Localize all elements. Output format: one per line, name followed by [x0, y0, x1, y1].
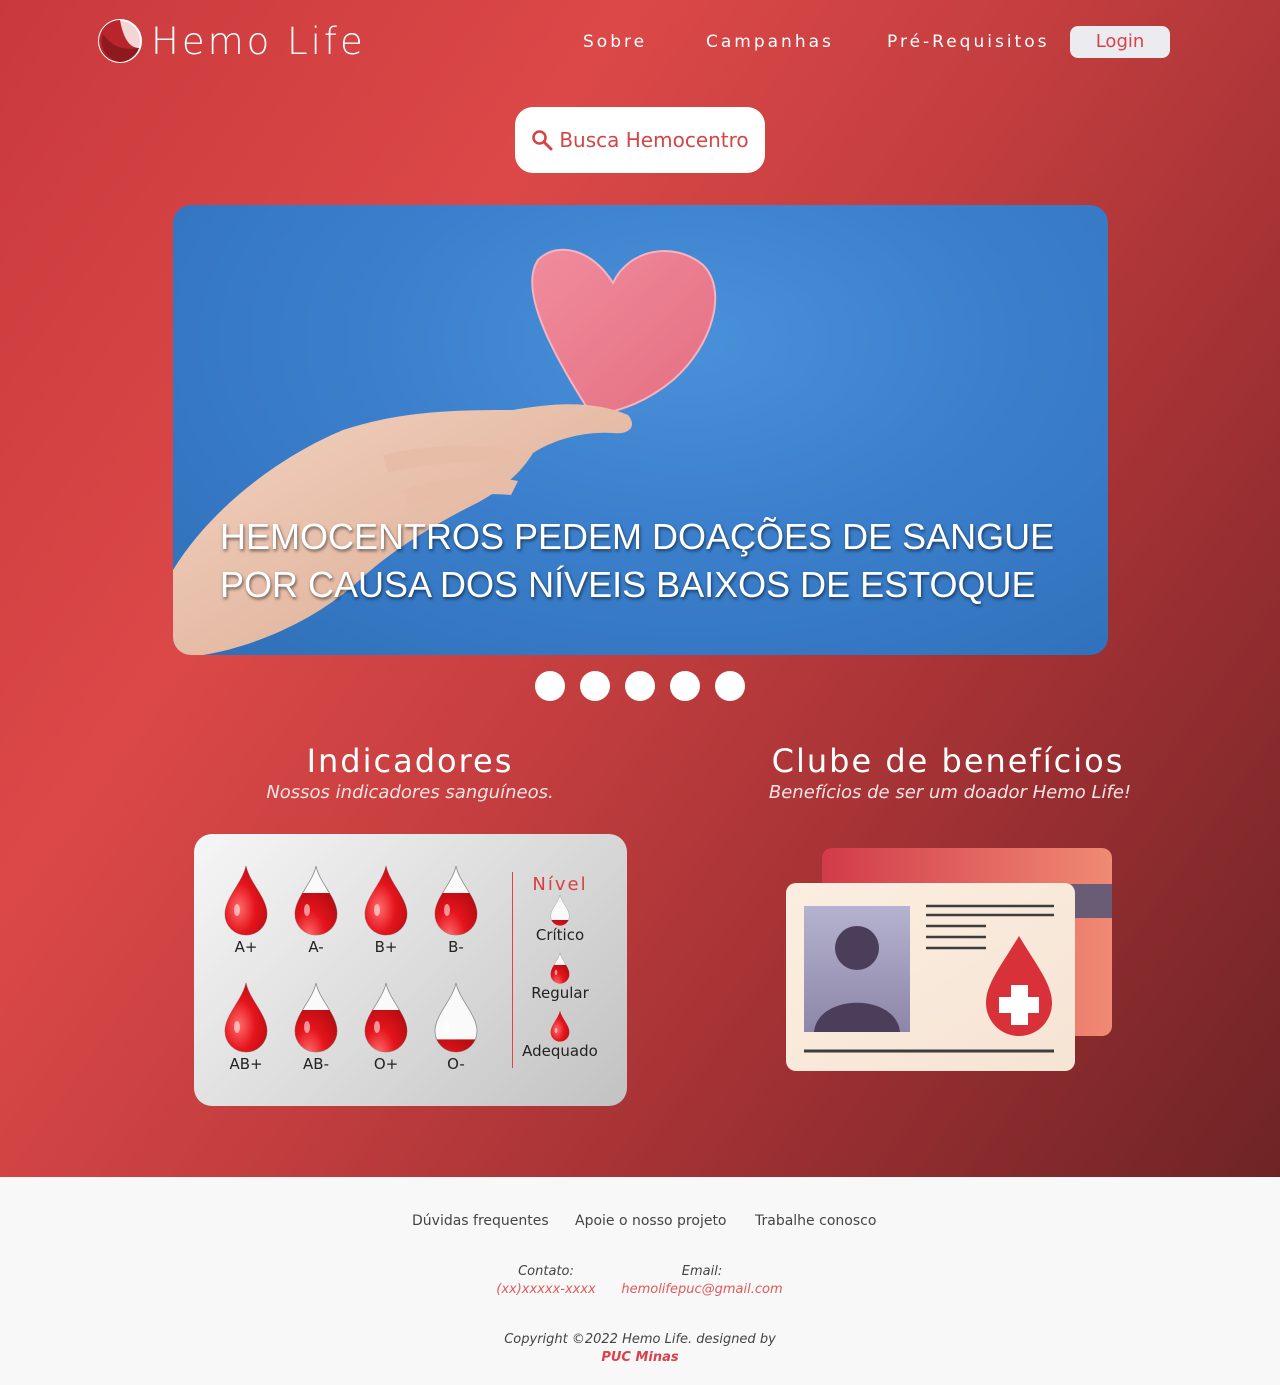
footer-link-support[interactable]: Apoie o nosso projeto: [575, 1213, 727, 1229]
carousel-dot-4[interactable]: [670, 671, 700, 701]
blood-drop-icon: [224, 865, 268, 936]
blood-type-label: B+: [374, 938, 398, 956]
blood-drop-icon: [550, 1010, 570, 1042]
legend-item: Adequado: [514, 1010, 606, 1060]
blood-type-label: O-: [447, 1055, 465, 1073]
blood-type-indicator: B-: [426, 864, 486, 956]
contact-value[interactable]: (xx)xxxxx-xxxx: [486, 1282, 606, 1297]
blood-type-indicator: A-: [286, 864, 346, 956]
blood-drop-icon: [550, 894, 570, 926]
carousel-dot-1[interactable]: [535, 671, 565, 701]
indicators-title: Indicadores: [306, 742, 514, 780]
carousel-dot-5[interactable]: [715, 671, 745, 701]
search-button-label: Busca Hemocentro: [559, 128, 749, 152]
indicators-subtitle: Nossos indicadores sanguíneos.: [266, 782, 554, 803]
legend-item: Crítico: [514, 894, 606, 944]
footer: Dúvidas frequentes Apoie o nosso projeto…: [0, 1177, 1280, 1385]
banner-headline: HEMOCENTROS PEDEM DOAÇÕES DE SANGUE POR …: [220, 513, 1060, 609]
blood-drop-icon: [434, 865, 478, 936]
blood-drop-icon: [550, 952, 570, 984]
nav-pre-requisitos[interactable]: Pré-Requisitos: [887, 32, 1049, 52]
hero-section: Hemo Life Sobre Campanhas Pré-Requisitos…: [0, 0, 1280, 1177]
blood-drop-icon: [364, 982, 408, 1053]
banner-headline-line2: POR CAUSA DOS NÍVEIS BAIXOS DE ESTOQUE: [220, 564, 1036, 605]
blood-drop-icon: [364, 865, 408, 936]
blood-type-indicator: A+: [216, 864, 276, 956]
blood-type-label: B-: [448, 938, 464, 956]
legend-item: Regular: [514, 952, 606, 1002]
carousel-indicators: [535, 671, 745, 701]
blood-type-label: A-: [308, 938, 324, 956]
news-carousel-slide[interactable]: HEMOCENTROS PEDEM DOAÇÕES DE SANGUE POR …: [173, 205, 1108, 655]
search-icon: [532, 130, 553, 151]
legend-title: Nível: [532, 874, 588, 895]
legend-label: Adequado: [522, 1042, 598, 1060]
designer-link[interactable]: PUC Minas: [540, 1350, 740, 1365]
nav-campanhas[interactable]: Campanhas: [706, 32, 834, 52]
footer-link-faq[interactable]: Dúvidas frequentes: [412, 1213, 549, 1229]
blood-drop-icon: [434, 982, 478, 1053]
email-value[interactable]: hemolifepuc@gmail.com: [612, 1282, 792, 1297]
legend-label: Crítico: [535, 926, 585, 944]
blood-type-indicator: AB+: [216, 981, 276, 1073]
footer-link-careers[interactable]: Trabalhe conosco: [755, 1213, 876, 1229]
carousel-dot-2[interactable]: [580, 671, 610, 701]
carousel-dot-3[interactable]: [625, 671, 655, 701]
blood-type-label: A+: [234, 938, 258, 956]
contact-label: Contato:: [518, 1264, 574, 1279]
copyright-text: Copyright ©2022 Hemo Life. designed by: [504, 1332, 776, 1347]
blood-type-label: AB-: [303, 1055, 329, 1073]
benefits-subtitle: Benefícios de ser um doador Hemo Life!: [768, 782, 1132, 803]
blood-type-indicator: O+: [356, 981, 416, 1073]
legend-divider: [512, 872, 513, 1068]
search-hemocentro-button[interactable]: Busca Hemocentro: [515, 107, 765, 173]
blood-type-indicator: AB-: [286, 981, 346, 1073]
donor-card-illustration[interactable]: [786, 848, 1112, 1072]
nav-sobre[interactable]: Sobre: [583, 32, 647, 52]
benefits-title: Clube de benefícios: [771, 742, 1125, 780]
blood-type-indicator: O-: [426, 981, 486, 1073]
blood-type-label: AB+: [229, 1055, 263, 1073]
blood-drop-icon: [294, 865, 338, 936]
blood-drop-icon: [294, 982, 338, 1053]
legend-label: Regular: [531, 984, 589, 1002]
blood-drop-icon: [224, 982, 268, 1053]
blood-indicators-card: A+ A- B+ B- AB+ AB- O+ O- Nível Crítico …: [194, 834, 627, 1106]
blood-type-indicator: B+: [356, 864, 416, 956]
email-label: Email:: [681, 1264, 723, 1279]
banner-headline-line1: HEMOCENTROS PEDEM DOAÇÕES DE SANGUE: [220, 516, 1055, 557]
blood-type-label: O+: [373, 1055, 399, 1073]
login-button[interactable]: Login: [1070, 26, 1170, 58]
